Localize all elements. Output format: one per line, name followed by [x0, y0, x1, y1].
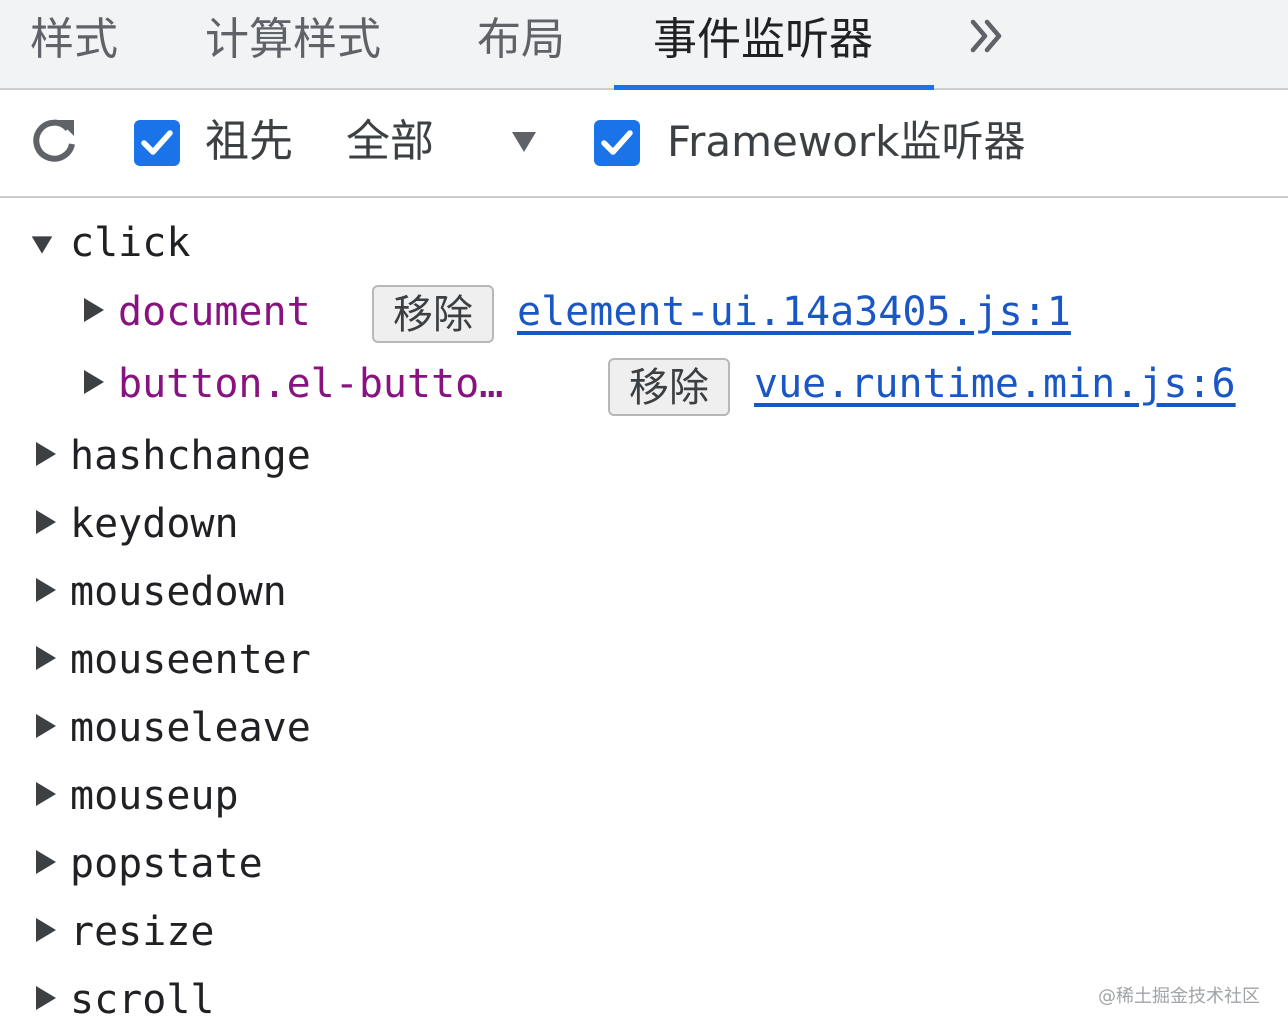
triangle-right-icon[interactable] — [34, 440, 58, 468]
event-row-mouseup[interactable]: mouseup — [0, 766, 1288, 826]
remove-listener-button[interactable]: 移除 — [608, 358, 730, 416]
event-name: mouseenter — [70, 637, 311, 683]
ancestors-checkbox[interactable] — [134, 120, 180, 166]
tab-computed[interactable]: 计算样式 — [205, 0, 381, 88]
event-row-resize[interactable]: resize — [0, 902, 1288, 962]
triangle-right-icon[interactable] — [34, 780, 58, 808]
triangle-right-icon[interactable] — [34, 984, 58, 1012]
refresh-icon[interactable] — [28, 116, 80, 168]
framework-listeners-label: Framework监听器 — [667, 117, 1026, 166]
event-row-scroll[interactable]: scroll — [0, 970, 1288, 1030]
triangle-right-icon[interactable] — [82, 296, 106, 324]
event-name: click — [70, 220, 191, 266]
event-name: resize — [70, 909, 215, 955]
framework-listeners-checkbox[interactable] — [594, 120, 640, 166]
watermark: @稀土掘金技术社区 — [1098, 986, 1260, 1007]
event-name: mouseup — [70, 773, 239, 819]
event-name: hashchange — [70, 433, 311, 479]
listener-source-link[interactable]: vue.runtime.min.js:6 — [754, 354, 1236, 414]
listener-node-name: document — [118, 289, 311, 335]
triangle-right-icon[interactable] — [34, 644, 58, 672]
triangle-right-icon[interactable] — [34, 576, 58, 604]
ancestors-label: 祖先 — [205, 116, 293, 167]
event-row-mouseenter[interactable]: mouseenter — [0, 630, 1288, 690]
triangle-down-icon[interactable] — [30, 231, 54, 259]
event-name: mousedown — [70, 569, 287, 615]
listener-source-link[interactable]: element-ui.14a3405.js:1 — [517, 282, 1071, 342]
triangle-right-icon[interactable] — [34, 916, 58, 944]
tab-styles[interactable]: 样式 — [30, 0, 118, 88]
event-listeners-toolbar: 祖先 全部 Framework监听器 — [0, 90, 1288, 198]
chevron-double-right-icon[interactable] — [965, 14, 1009, 58]
tab-layout[interactable]: 布局 — [477, 0, 565, 88]
listener-filter-select[interactable]: 全部 — [346, 112, 434, 172]
remove-listener-button[interactable]: 移除 — [372, 285, 494, 343]
event-name: mouseleave — [70, 705, 311, 751]
caret-down-icon[interactable] — [510, 130, 538, 154]
event-name: popstate — [70, 841, 263, 887]
event-row-hashchange[interactable]: hashchange — [0, 426, 1288, 486]
listener-row-button[interactable]: button.el-butto… 移除 vue.runtime.min.js:6 — [0, 354, 1288, 416]
listener-row-document[interactable]: document 移除 element-ui.14a3405.js:1 — [0, 282, 1288, 343]
event-row-keydown[interactable]: keydown — [0, 494, 1288, 554]
event-name: scroll — [70, 977, 215, 1023]
event-row-mousedown[interactable]: mousedown — [0, 562, 1288, 622]
event-name: keydown — [70, 501, 239, 547]
triangle-right-icon[interactable] — [34, 712, 58, 740]
listener-node-name: button.el-butto… — [118, 361, 504, 407]
panel-tab-bar: 样式 计算样式 布局 事件监听器 — [0, 0, 1288, 90]
triangle-right-icon[interactable] — [34, 848, 58, 876]
triangle-right-icon[interactable] — [82, 368, 106, 396]
event-row-mouseleave[interactable]: mouseleave — [0, 698, 1288, 758]
event-row-popstate[interactable]: popstate — [0, 834, 1288, 894]
tab-event-listeners[interactable]: 事件监听器 — [653, 0, 873, 88]
triangle-right-icon[interactable] — [34, 508, 58, 536]
event-row-click[interactable]: click — [0, 213, 1288, 273]
